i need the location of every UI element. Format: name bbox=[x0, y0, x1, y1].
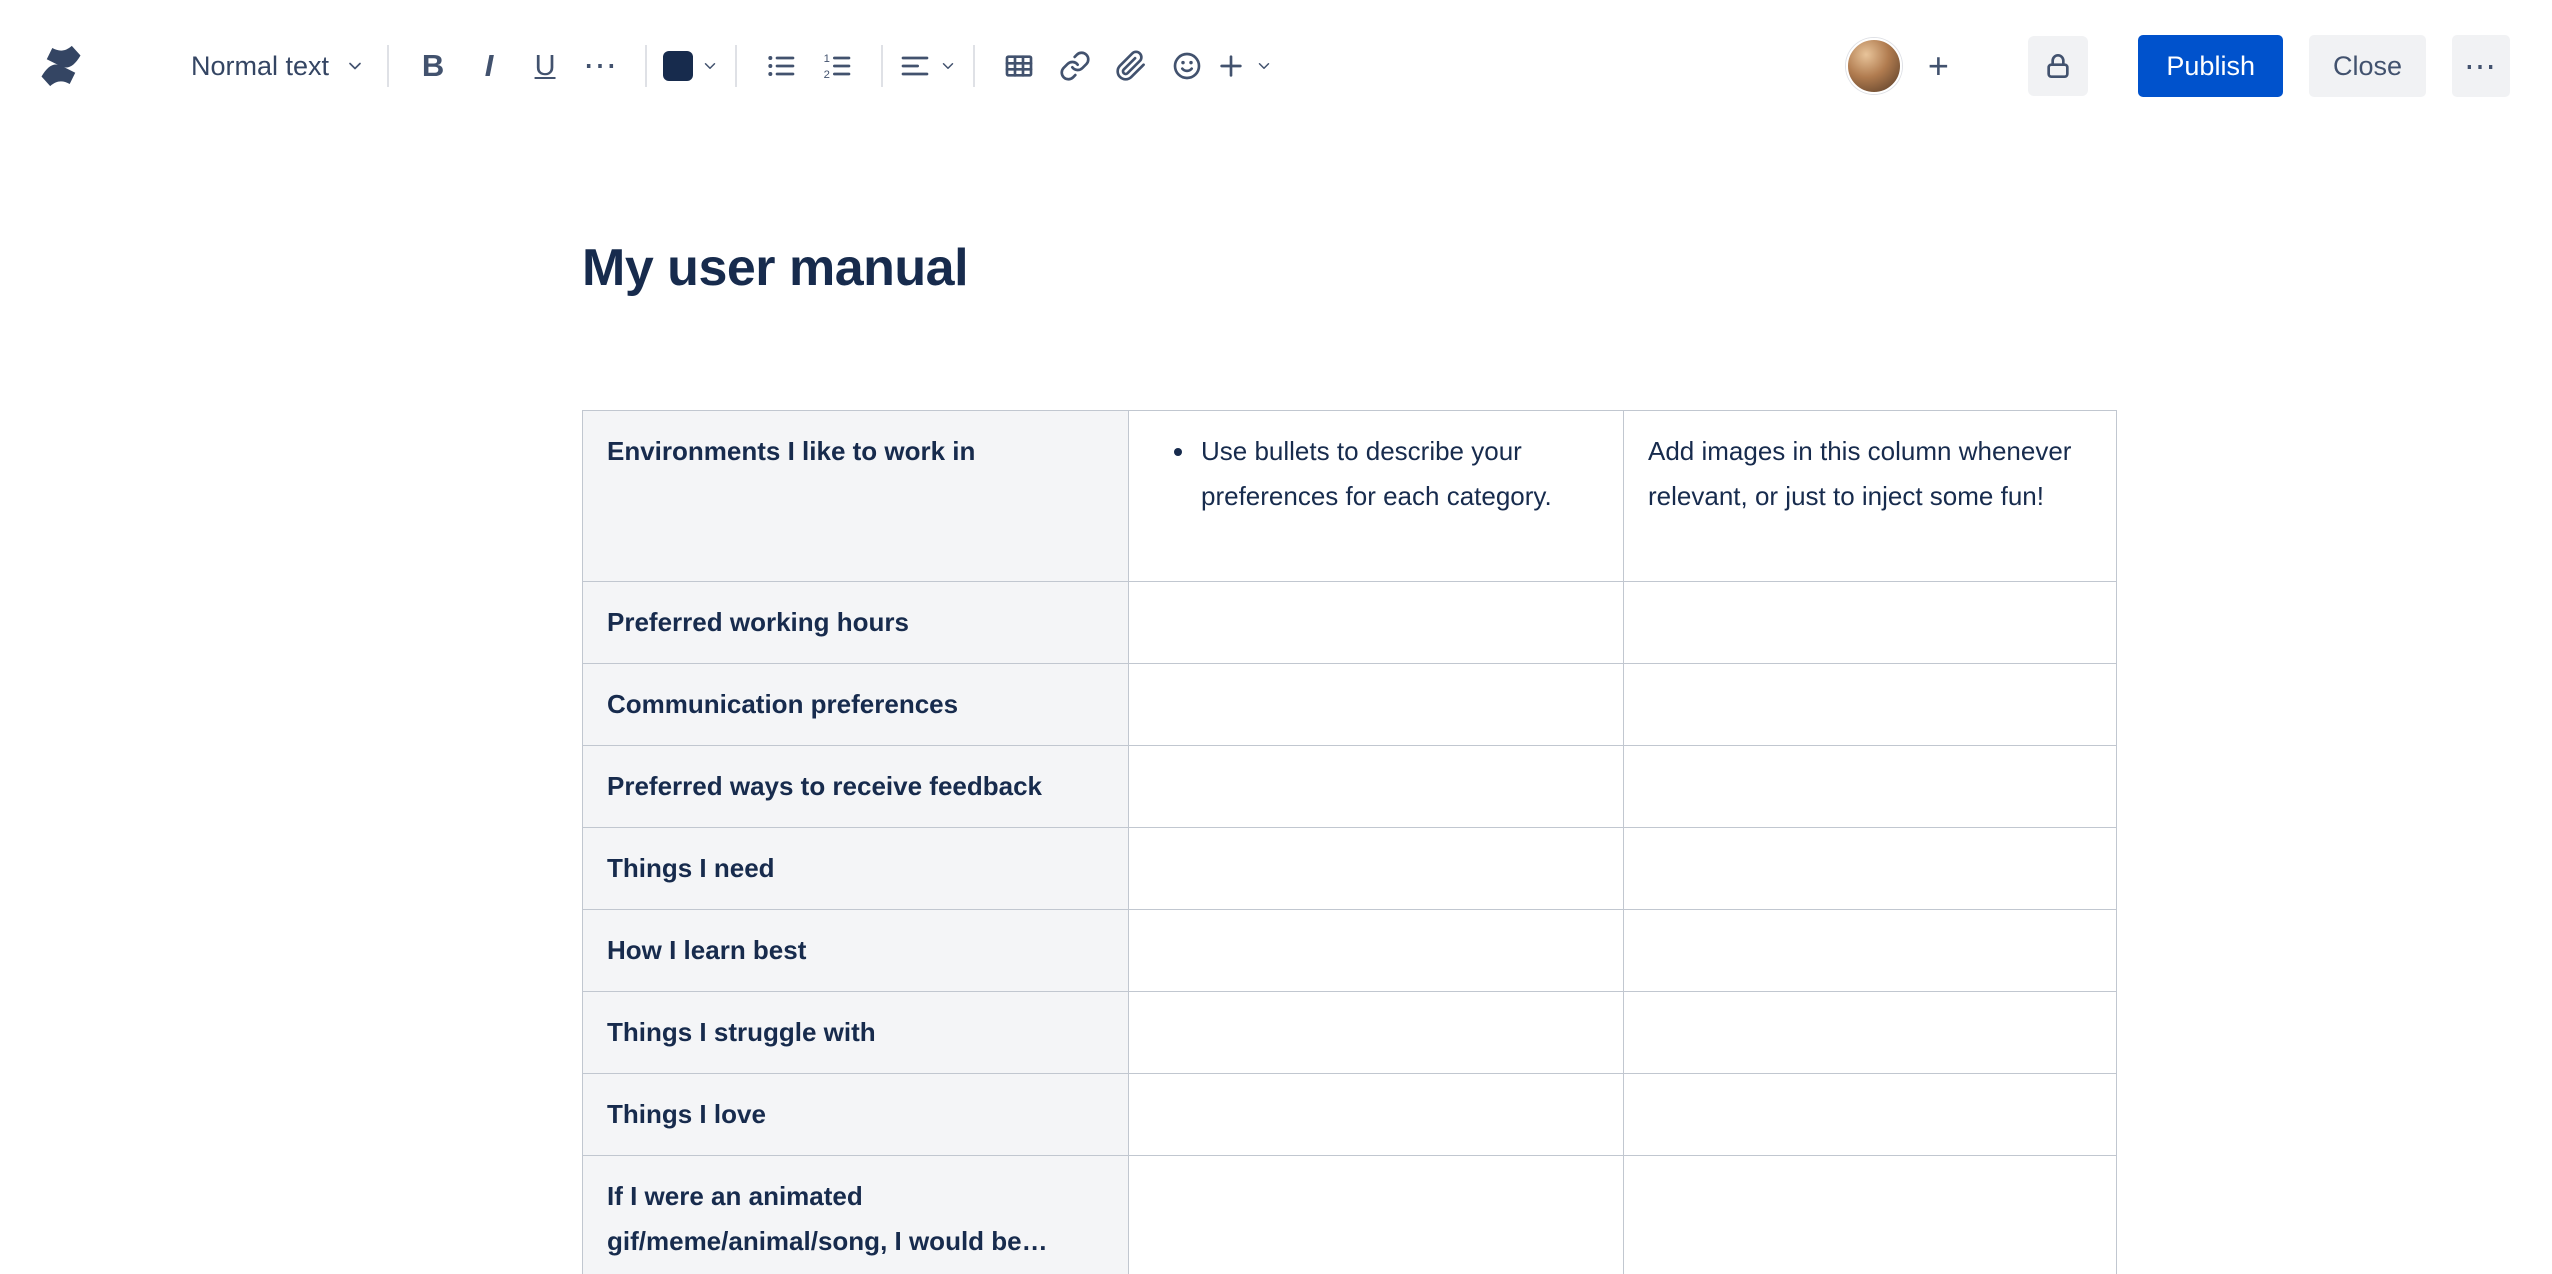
invite-button[interactable]: + bbox=[1916, 44, 1960, 88]
italic-button[interactable]: I bbox=[461, 38, 517, 94]
preference-cell[interactable]: Use bullets to describe your preferences… bbox=[1128, 410, 1624, 582]
table-row: Communication preferences bbox=[582, 663, 2117, 746]
image-cell[interactable]: Add images in this column whenever relev… bbox=[1623, 410, 2117, 582]
preference-cell[interactable] bbox=[1128, 1155, 1624, 1274]
row-header-cell[interactable]: Preferred working hours bbox=[582, 581, 1129, 664]
image-cell[interactable] bbox=[1623, 909, 2117, 992]
italic-icon: I bbox=[484, 48, 494, 83]
chevron-down-icon bbox=[349, 62, 361, 70]
svg-text:2: 2 bbox=[824, 69, 830, 81]
row-header-cell[interactable]: How I learn best bbox=[582, 909, 1129, 992]
attachment-button[interactable] bbox=[1103, 38, 1159, 94]
bullet-list: Use bullets to describe your preferences… bbox=[1153, 429, 1599, 519]
bold-icon: B bbox=[421, 48, 445, 83]
paperclip-icon bbox=[1116, 50, 1145, 81]
preference-cell[interactable] bbox=[1128, 909, 1624, 992]
table-row: Environments I like to work in Use bulle… bbox=[582, 410, 2117, 582]
toolbar-divider bbox=[973, 45, 976, 87]
row-header-cell[interactable]: Environments I like to work in bbox=[582, 410, 1129, 582]
numbered-list-button[interactable]: 1 2 bbox=[809, 38, 865, 94]
text-color-button[interactable] bbox=[663, 38, 719, 94]
toolbar-right-group: + Publish Close ⋯ bbox=[1846, 35, 2510, 97]
table-row: Things I struggle with bbox=[582, 991, 2117, 1074]
insert-more-button[interactable] bbox=[1215, 38, 1273, 94]
bulleted-list-icon bbox=[768, 56, 795, 76]
bullet-item: Use bullets to describe your preferences… bbox=[1197, 429, 1599, 519]
restrictions-button[interactable] bbox=[2028, 36, 2089, 96]
lock-icon bbox=[2047, 54, 2070, 78]
align-left-icon bbox=[901, 56, 929, 76]
preference-cell[interactable] bbox=[1128, 663, 1624, 746]
image-cell[interactable] bbox=[1623, 581, 2117, 664]
row-header-cell[interactable]: If I were an animated gif/meme/animal/so… bbox=[582, 1155, 1129, 1274]
table-body: Environments I like to work in Use bulle… bbox=[582, 410, 2117, 1274]
preference-cell[interactable] bbox=[1128, 827, 1624, 910]
svg-text:1: 1 bbox=[824, 53, 830, 65]
preference-cell[interactable] bbox=[1128, 1073, 1624, 1156]
numbered-list-icon: 1 2 bbox=[824, 53, 851, 81]
link-button[interactable] bbox=[1047, 38, 1103, 94]
row-header-cell[interactable]: Things I love bbox=[582, 1073, 1129, 1156]
confluence-logo-icon bbox=[41, 45, 81, 87]
toolbar-divider bbox=[881, 45, 884, 87]
toolbar-divider bbox=[645, 45, 648, 87]
emoji-icon bbox=[1173, 52, 1201, 80]
row-header-label: Environments I like to work in bbox=[607, 436, 976, 466]
row-header-cell[interactable]: Things I struggle with bbox=[582, 991, 1129, 1074]
row-header-cell[interactable]: Things I need bbox=[582, 827, 1129, 910]
table-row: Things I need bbox=[582, 827, 2117, 910]
table-row: Preferred working hours bbox=[582, 581, 2117, 664]
page-title[interactable]: My user manual bbox=[582, 238, 2116, 298]
emoji-button[interactable] bbox=[1159, 38, 1215, 94]
table-row: How I learn best bbox=[582, 909, 2117, 992]
close-button[interactable]: Close bbox=[2308, 35, 2426, 97]
image-cell[interactable] bbox=[1623, 991, 2117, 1074]
toolbar-divider bbox=[387, 45, 390, 87]
image-cell[interactable] bbox=[1623, 827, 2117, 910]
editor-toolbar: Normal text B I U ⋯ 1 2 + Publish Close … bbox=[0, 0, 2552, 132]
chevron-down-icon bbox=[704, 63, 716, 69]
toolbar-divider bbox=[735, 45, 738, 87]
chevron-down-icon bbox=[942, 63, 954, 69]
user-avatar[interactable] bbox=[1846, 38, 1903, 94]
underline-icon: U bbox=[534, 49, 556, 82]
image-cell[interactable] bbox=[1623, 745, 2117, 828]
table-icon bbox=[1005, 55, 1033, 77]
image-cell[interactable] bbox=[1623, 1155, 2117, 1274]
table-row: Things I love bbox=[582, 1073, 2117, 1156]
text-color-swatch-icon bbox=[663, 51, 694, 81]
confluence-logo[interactable] bbox=[33, 38, 89, 94]
toolbar-left-group: Normal text B I U ⋯ 1 2 bbox=[33, 38, 1273, 94]
preference-cell[interactable] bbox=[1128, 581, 1624, 664]
image-cell[interactable] bbox=[1623, 1073, 2117, 1156]
bold-button[interactable]: B bbox=[405, 38, 461, 94]
more-formatting-icon: ⋯ bbox=[583, 47, 620, 85]
image-cell-note: Add images in this column whenever relev… bbox=[1648, 436, 2072, 511]
insert-table-button[interactable] bbox=[991, 38, 1047, 94]
more-actions-button[interactable]: ⋯ bbox=[2452, 35, 2510, 97]
link-icon bbox=[1060, 51, 1090, 81]
preference-cell[interactable] bbox=[1128, 745, 1624, 828]
row-header-cell[interactable]: Communication preferences bbox=[582, 663, 1129, 746]
table-row: If I were an animated gif/meme/animal/so… bbox=[582, 1155, 2117, 1274]
row-header-cell[interactable]: Preferred ways to receive feedback bbox=[582, 745, 1129, 828]
image-cell[interactable] bbox=[1623, 663, 2117, 746]
alignment-button[interactable] bbox=[899, 38, 957, 94]
publish-button[interactable]: Publish bbox=[2138, 35, 2283, 97]
text-style-dropdown[interactable]: Normal text bbox=[185, 41, 371, 92]
more-formatting-button[interactable]: ⋯ bbox=[573, 38, 629, 94]
collaborators: + bbox=[1846, 38, 1960, 94]
editor-content: My user manual Environments I like to wo… bbox=[582, 238, 2117, 1274]
text-style-label: Normal text bbox=[191, 50, 330, 81]
chevron-down-icon bbox=[1258, 63, 1270, 69]
preference-cell[interactable] bbox=[1128, 991, 1624, 1074]
content-table: Environments I like to work in Use bulle… bbox=[582, 410, 2117, 1274]
plus-icon bbox=[1220, 55, 1242, 77]
plus-icon: + bbox=[1927, 45, 1949, 86]
table-row: Preferred ways to receive feedback bbox=[582, 745, 2117, 828]
bulleted-list-button[interactable] bbox=[753, 38, 809, 94]
underline-button[interactable]: U bbox=[517, 38, 573, 94]
